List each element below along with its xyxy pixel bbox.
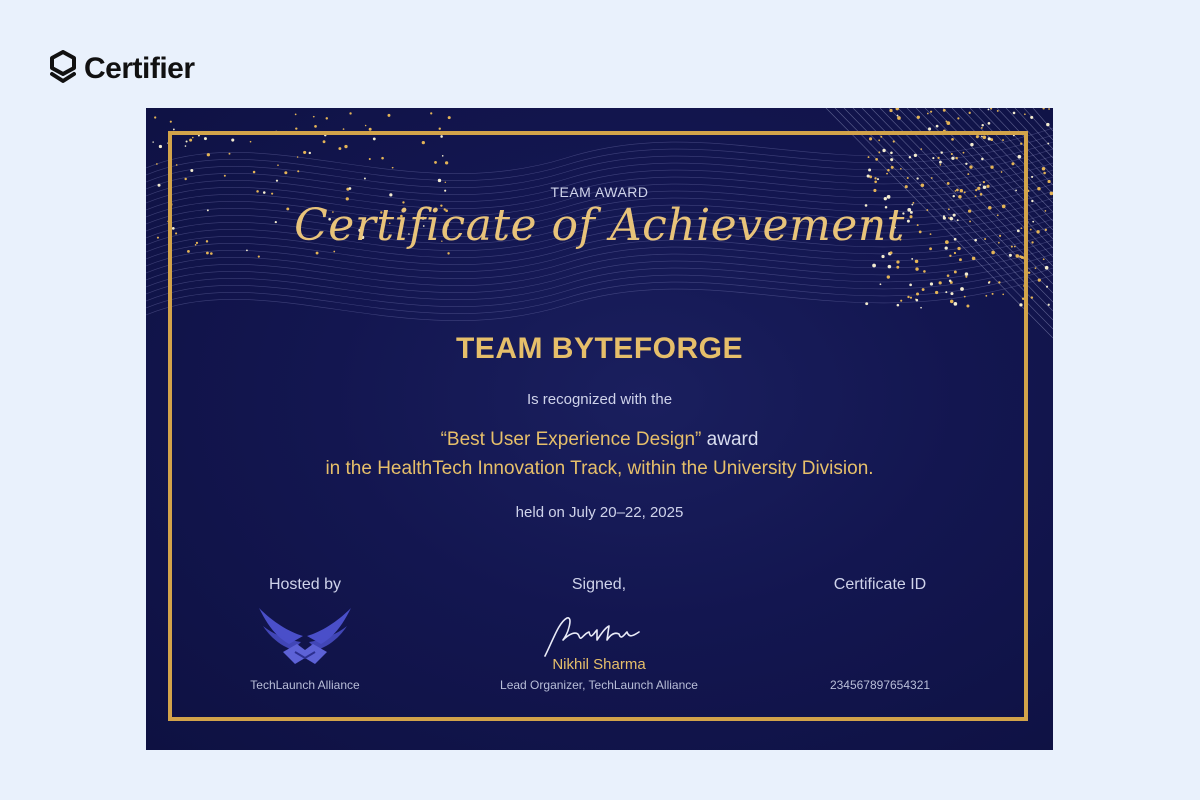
recognition-intro: Is recognized with the — [526, 391, 673, 408]
host-organization: TechLaunch Alliance — [250, 678, 360, 692]
hosted-by-block: Hosted by TechLaunch Alliance — [175, 576, 435, 692]
certificate-title: Certificate of Achievement — [294, 200, 905, 251]
certificate: TEAM AWARD Certificate of Achievement TE… — [146, 108, 1053, 750]
brand-name: Certifier — [84, 52, 195, 85]
hosted-by-label: Hosted by — [268, 576, 342, 593]
certificate-id-block: Certificate ID 234567897654321 — [750, 576, 1010, 692]
recipient-name: TEAM BYTEFORGE — [455, 332, 743, 365]
award-context: in the HealthTech Innovation Track, with… — [325, 458, 874, 479]
signer-role: Lead Organizer, TechLaunch Alliance — [500, 678, 698, 692]
event-date: held on July 20–22, 2025 — [515, 504, 684, 521]
award-name-line: “Best User Experience Design” award — [146, 429, 1053, 451]
award-suffix: award — [701, 429, 759, 450]
award-name: “Best User Experience Design” — [440, 429, 702, 450]
shield-chevron-icon — [50, 50, 76, 83]
signed-label: Signed, — [571, 576, 627, 593]
handwritten-signature — [544, 617, 640, 657]
certificate-id-value: 234567897654321 — [829, 678, 931, 692]
signer-name: Nikhil Sharma — [552, 656, 646, 673]
brand-logo: Certifier — [50, 50, 195, 88]
certificate-id-label: Certificate ID — [833, 576, 927, 593]
winged-handshake-icon — [259, 608, 351, 664]
award-kicker: TEAM AWARD — [550, 184, 649, 200]
signature-block: Signed, Nikhil Sharma Lead Organizer, Te… — [469, 576, 729, 692]
